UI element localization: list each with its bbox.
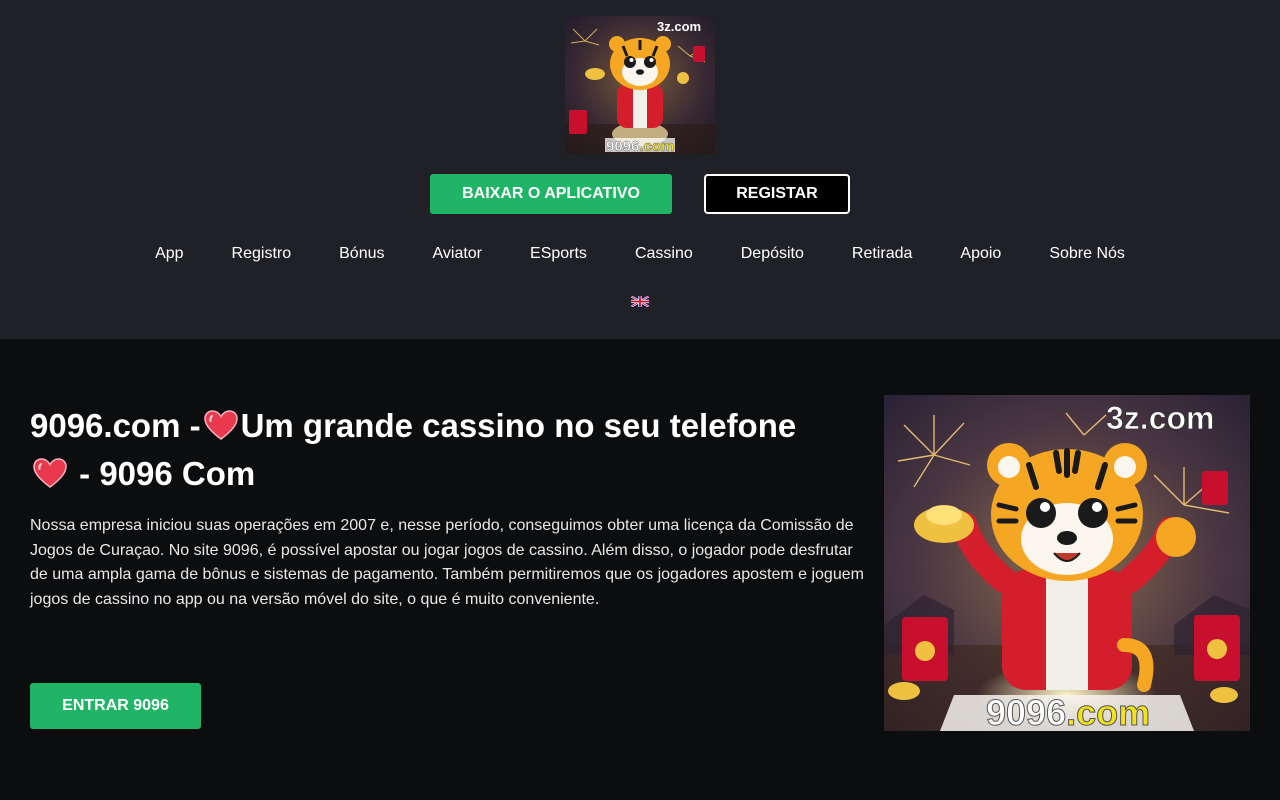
logo-brand-text: 3z.com [657, 19, 701, 34]
nav-item-cassino[interactable]: Cassino [635, 243, 693, 267]
nav-item-bonus[interactable]: Bónus [339, 243, 384, 267]
promo-domain-suffix: .com [1066, 692, 1150, 731]
page-title: 9096.com - Um grande cassino no seu telef… [30, 402, 870, 498]
promo-brand-text: 3z.com [1106, 400, 1214, 436]
title-part-2: Um grande cassino no seu telefone [240, 407, 797, 444]
nav-item-aviator[interactable]: Aviator [433, 243, 483, 267]
register-button[interactable]: REGISTAR [704, 174, 850, 214]
logo-domain-main: 9096 [606, 138, 639, 154]
svg-text:9096.com: 9096.com [606, 138, 674, 154]
promo-domain-main: 9096 [986, 692, 1066, 731]
nav-item-sobre-nos[interactable]: Sobre Nós [1049, 243, 1125, 267]
svg-text:9096.com: 9096.com [986, 692, 1150, 731]
hero-description: Nossa empresa iniciou suas operações em … [30, 517, 864, 608]
nav-item-app[interactable]: App [155, 243, 183, 267]
title-part-3: - 9096 Com [79, 455, 256, 492]
uk-flag-icon[interactable] [631, 296, 649, 307]
nav-item-deposito[interactable]: Depósito [741, 243, 804, 267]
promo-image: 3z.com 9096.com [884, 395, 1250, 731]
heart-icon [203, 410, 238, 440]
download-app-button[interactable]: BAIXAR O APLICATIVO [430, 174, 672, 214]
title-part-1: 9096.com - [30, 407, 201, 444]
site-logo[interactable]: 3z.com 9096.com [565, 16, 715, 154]
nav-item-apoio[interactable]: Apoio [960, 243, 1001, 267]
tiger-mascot-illustration: 3z.com 9096.com [884, 395, 1250, 731]
nav-item-registro[interactable]: Registro [232, 243, 292, 267]
nav-item-esports[interactable]: ESports [530, 243, 587, 267]
site-header: 3z.com 9096.com BAIXAR O APLICATIVO REGI… [0, 0, 1280, 339]
main-nav: App Registro Bónus Aviator ESports Cassi… [0, 243, 1280, 267]
enter-site-button[interactable]: ENTRAR 9096 [30, 683, 201, 729]
logo-domain-suffix: .com [639, 138, 674, 154]
heart-icon [33, 458, 67, 488]
tiger-mascot-logo: 3z.com 9096.com [565, 16, 715, 154]
nav-item-retirada[interactable]: Retirada [852, 243, 912, 267]
